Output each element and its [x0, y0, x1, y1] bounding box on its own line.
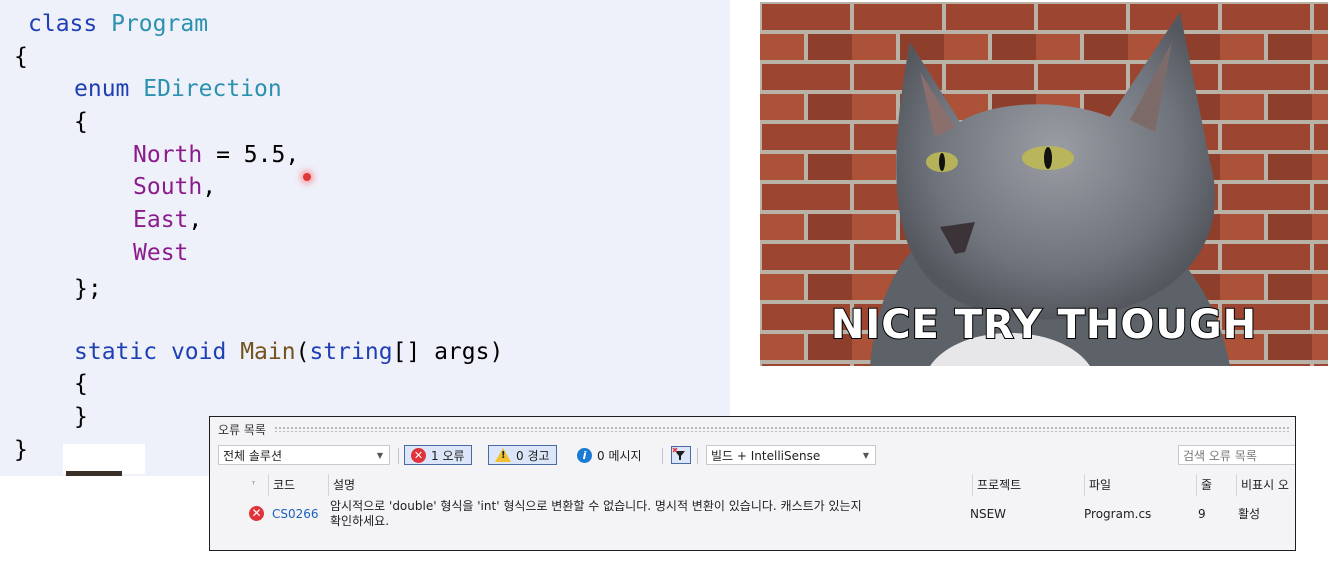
code-line-east: East, — [133, 207, 203, 233]
build-source-value: 빌드 + IntelliSense — [711, 448, 821, 463]
error-list-window[interactable]: 오류 목록 전체 솔루션 ▼ ✕ 1 오류 ! 0 경고 i 0 메시지 빌드 … — [209, 416, 1296, 551]
code-line-north: North = 5.5, — [133, 142, 300, 168]
code-line-brace: { — [74, 109, 88, 135]
toolbar-separator — [398, 448, 399, 464]
error-suppression-state: 활성 — [1238, 507, 1261, 521]
sort-icon[interactable]: ᵀ — [248, 474, 268, 496]
column-header-project[interactable]: 프로젝트 — [972, 474, 1084, 496]
overlay-patch — [63, 444, 145, 474]
column-header-suppression[interactable]: 비표시 오 — [1236, 474, 1295, 496]
scope-dropdown[interactable]: 전체 솔루션 ▼ — [218, 445, 390, 465]
error-list-toolbar: 전체 솔루션 ▼ ✕ 1 오류 ! 0 경고 i 0 메시지 빌드 + Inte… — [210, 442, 1295, 468]
scope-value: 전체 솔루션 — [223, 448, 283, 463]
code-line-brace: { — [74, 371, 88, 397]
messages-toggle-label: 0 메시지 — [597, 448, 642, 463]
mouse-cursor-highlight — [303, 173, 311, 181]
code-line-enum-close: }; — [74, 276, 102, 302]
error-table-header: ᵀ 코드 설명 프로젝트 파일 줄 비표시 오 — [210, 474, 1295, 496]
warning-icon: ! — [495, 448, 511, 462]
column-header-line[interactable]: 줄 — [1196, 474, 1236, 496]
meme-caption: NICE TRY THOUGH — [830, 301, 1258, 349]
column-header-code[interactable]: 코드 — [268, 474, 328, 496]
column-header-file[interactable]: 파일 — [1084, 474, 1196, 496]
error-description-line: 암시적으로 'double' 형식을 'int' 형식으로 변환할 수 없습니다… — [330, 499, 862, 513]
error-line: 9 — [1198, 507, 1206, 521]
code-line-west: West — [133, 240, 189, 266]
error-project: NSEW — [970, 507, 1007, 521]
errors-toggle-label: 1 오류 — [431, 448, 465, 463]
column-header-description[interactable]: 설명 — [328, 474, 972, 496]
error-code-link[interactable]: CS0266 — [272, 507, 319, 522]
code-line-main: static void Main(string[] args) — [74, 339, 504, 365]
meme-image: NICE TRY THOUGH — [760, 2, 1328, 366]
search-input[interactable]: 검색 오류 목록 — [1178, 445, 1295, 465]
code-line-brace: { — [14, 44, 28, 70]
search-placeholder: 검색 오류 목록 — [1183, 448, 1257, 463]
messages-toggle-button[interactable]: i 0 메시지 — [572, 445, 647, 465]
code-editor[interactable]: class Program { enum EDirection { North … — [0, 0, 730, 476]
code-line-south: South, — [133, 174, 217, 200]
code-line-brace: } — [74, 404, 88, 430]
errors-toggle-button[interactable]: ✕ 1 오류 — [404, 445, 472, 465]
error-list-title: 오류 목록 — [218, 422, 266, 437]
filter-button[interactable] — [671, 445, 691, 465]
error-icon: ✕ — [411, 447, 426, 463]
build-source-dropdown[interactable]: 빌드 + IntelliSense ▼ — [706, 445, 876, 465]
error-file: Program.cs — [1084, 507, 1152, 521]
error-icon: ✕ — [249, 506, 264, 521]
error-description-line: 확인하세요. — [330, 514, 390, 528]
code-line-enum: enum EDirection — [74, 76, 282, 102]
chevron-down-icon: ▼ — [376, 450, 383, 460]
chevron-down-icon: ▼ — [862, 450, 869, 460]
info-icon: i — [577, 447, 592, 463]
code-line-brace: } — [14, 437, 28, 463]
overlay-patch — [66, 471, 122, 476]
table-row[interactable]: ✕ CS0266 암시적으로 'double' 형식을 'int' 형식으로 변… — [210, 497, 1295, 537]
warnings-toggle-button[interactable]: ! 0 경고 — [488, 445, 557, 465]
code-line-class: class Program — [28, 11, 209, 37]
toolbar-separator — [662, 448, 663, 464]
warnings-toggle-label: 0 경고 — [516, 448, 550, 463]
error-list-title-bar[interactable]: 오류 목록 — [210, 417, 1295, 441]
toolbar-separator — [697, 448, 698, 464]
title-grip[interactable] — [273, 426, 1291, 432]
error-description: 암시적으로 'double' 형식을 'int' 형식으로 변환할 수 없습니다… — [330, 499, 980, 529]
filter-icon — [671, 446, 691, 464]
